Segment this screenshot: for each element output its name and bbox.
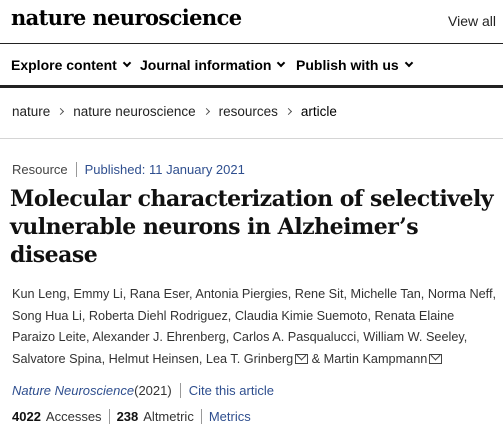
nav-item-label: Publish with us [296,57,399,73]
meta-separator [75,162,77,177]
author-list: Kun Leng, Emmy Li, Rana Eser, Antonia Pi… [12,284,498,370]
author-line[interactable]: Kun Leng, Emmy Li, Rana Eser, Antonia Pi… [12,284,498,306]
cite-separator [179,383,181,398]
nav-item-label: Explore content [11,57,117,73]
accesses-label: Accesses [45,409,102,424]
nav-item-label: Journal information [140,57,272,73]
nav-journal-information[interactable]: Journal information [140,57,286,73]
author-names[interactable]: & Martin Kampmann [308,352,428,366]
chevron-right-icon [284,107,292,116]
article-title: Molecular characterization of selectivel… [10,186,494,268]
journal-name[interactable]: Nature Neuroscience [12,383,134,398]
article-meta: Resource Published: 11 January 2021 [12,162,245,177]
breadcrumb-article: article [300,104,337,119]
chevron-down-icon [122,58,132,68]
nav-divider [0,85,503,88]
citation-row: Nature Neuroscience (2021) Cite this art… [12,383,274,398]
chevron-right-icon [202,107,210,116]
breadcrumb: nature nature neuroscience resources art… [12,104,337,119]
breadcrumb-resources[interactable]: resources [219,104,278,119]
author-line[interactable]: Paraizo Leite, Alexander J. Ehrenberg, C… [12,327,498,349]
author-line: Salvatore Spina, Helmut Heinsen, Lea T. … [12,349,498,371]
published-date: Published: 11 January 2021 [84,162,245,177]
article-metrics: 4022 Accesses 238 Altmetric Metrics [12,409,251,424]
author-names[interactable]: Salvatore Spina, Helmut Heinsen, Lea T. … [12,352,293,366]
publication-year: (2021) [134,383,172,398]
altmetric-label: Altmetric [143,409,194,424]
mail-icon[interactable] [429,353,443,364]
accesses-count: 4022 [12,409,41,424]
site-logo[interactable]: nature neuroscience [11,5,242,30]
mail-icon[interactable] [295,353,309,364]
view-all-journals-link[interactable]: View all [448,13,496,29]
altmetric-count: 238 [116,409,139,424]
chevron-down-icon [277,58,286,68]
site-header: nature neuroscience View all [0,0,503,44]
nav-explore-content[interactable]: Explore content [11,57,132,73]
metrics-link[interactable]: Metrics [209,409,251,424]
breadcrumb-divider [0,138,503,139]
cite-this-article-link[interactable]: Cite this article [189,383,274,398]
author-line[interactable]: Song Hua Li, Roberta Diehl Rodriguez, Cl… [12,306,498,328]
breadcrumb-nature[interactable]: nature [12,104,50,119]
main-nav: Explore content Journal information Publ… [0,44,503,86]
metrics-separator [108,409,110,424]
chevron-right-icon [57,107,65,116]
chevron-down-icon [404,58,413,68]
article-type: Resource [12,162,68,177]
breadcrumb-nature-neuroscience[interactable]: nature neuroscience [73,104,195,119]
nav-publish-with-us[interactable]: Publish with us [296,57,413,73]
metrics-separator [200,409,202,424]
